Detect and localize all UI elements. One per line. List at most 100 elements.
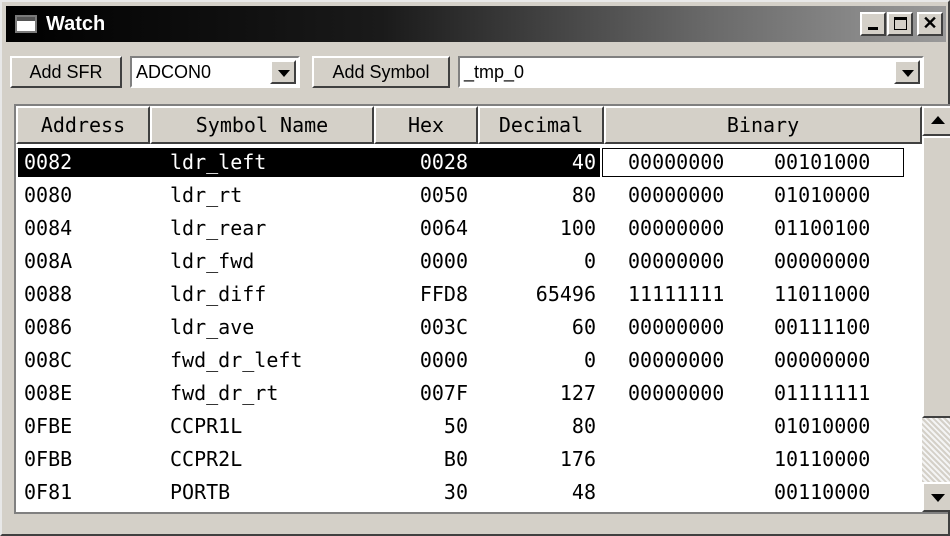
table-row[interactable]: 0084 ldr_rear 0064 100 00000000 01100100 (16, 212, 922, 245)
cell-hex[interactable]: FFD8 (378, 278, 468, 311)
cell-address[interactable]: 008E (24, 377, 144, 410)
cell-binary-high[interactable]: 11111111 (628, 278, 756, 311)
table-row[interactable]: 0086 ldr_ave 003C 60 00000000 00111100 (16, 311, 922, 344)
cell-symbol-name[interactable]: ldr_rt (170, 179, 370, 212)
cell-symbol-name[interactable]: fwd_dr_rt (170, 377, 370, 410)
table-row[interactable]: 0082 ldr_left 0028 40 00000000 00101000 (16, 146, 922, 179)
column-header-decimal[interactable]: Decimal (478, 106, 604, 144)
cell-symbol-name[interactable]: CCPR1L (170, 410, 370, 443)
cell-decimal[interactable]: 0 (482, 245, 596, 278)
cell-symbol-name[interactable]: ldr_fwd (170, 245, 370, 278)
table-row[interactable]: 0088 ldr_diff FFD8 65496 11111111 11011000 (16, 278, 922, 311)
watch-window: Watch ✕ Add SFR ADCON0 Add Symbol _tmp_0… (0, 0, 950, 536)
vertical-scrollbar[interactable] (922, 106, 950, 512)
cell-hex[interactable]: 0000 (378, 344, 468, 377)
cell-binary-high[interactable]: 00000000 (628, 344, 756, 377)
cell-binary-low[interactable]: 11011000 (774, 278, 902, 311)
cell-address[interactable]: 0082 (24, 146, 144, 179)
cell-address[interactable]: 008A (24, 245, 144, 278)
cell-hex[interactable]: 0028 (378, 146, 468, 179)
window-icon[interactable] (15, 15, 37, 33)
cell-decimal[interactable]: 80 (482, 179, 596, 212)
cell-binary-high[interactable]: 00000000 (628, 212, 756, 245)
cell-binary-high[interactable] (628, 476, 756, 509)
cell-hex[interactable]: 0000 (378, 245, 468, 278)
cell-hex[interactable]: 0050 (378, 179, 468, 212)
add-symbol-button[interactable]: Add Symbol (312, 56, 450, 88)
cell-binary-high[interactable]: 00000000 (628, 146, 756, 179)
cell-symbol-name[interactable]: ldr_rear (170, 212, 370, 245)
cell-address[interactable]: 008C (24, 344, 144, 377)
cell-binary-high[interactable] (628, 443, 756, 476)
table-row[interactable]: 008C fwd_dr_left 0000 0 00000000 00000000 (16, 344, 922, 377)
close-button[interactable]: ✕ (917, 12, 943, 36)
toolbar: Add SFR ADCON0 Add Symbol _tmp_0 (6, 52, 946, 94)
cell-decimal[interactable]: 65496 (482, 278, 596, 311)
scroll-down-button[interactable] (922, 482, 950, 512)
table-row[interactable]: 008E fwd_dr_rt 007F 127 00000000 01111111 (16, 377, 922, 410)
cell-binary-low[interactable]: 00111100 (774, 311, 902, 344)
sfr-select[interactable]: ADCON0 (130, 56, 300, 88)
column-header-symbol-name[interactable]: Symbol Name (150, 106, 374, 144)
cell-binary-high[interactable]: 00000000 (628, 245, 756, 278)
title-bar[interactable]: Watch ✕ (6, 6, 946, 42)
cell-address[interactable]: 0084 (24, 212, 144, 245)
table-row[interactable]: 0F81 PORTB 30 48 00110000 (16, 476, 922, 509)
cell-binary-low[interactable]: 10110000 (774, 443, 902, 476)
cell-symbol-name[interactable]: CCPR2L (170, 443, 370, 476)
column-header-hex[interactable]: Hex (374, 106, 478, 144)
cell-hex[interactable]: 50 (378, 410, 468, 443)
table-row[interactable]: 0080 ldr_rt 0050 80 00000000 01010000 (16, 179, 922, 212)
cell-binary-low[interactable]: 00000000 (774, 245, 902, 278)
table-row[interactable]: 0FBE CCPR1L 50 80 01010000 (16, 410, 922, 443)
scroll-up-button[interactable] (922, 106, 950, 136)
chevron-down-icon[interactable] (894, 60, 920, 84)
cell-address[interactable]: 0FBB (24, 443, 144, 476)
cell-decimal[interactable]: 40 (482, 146, 596, 179)
cell-decimal[interactable]: 100 (482, 212, 596, 245)
minimize-button[interactable] (860, 12, 886, 36)
cell-binary-low[interactable]: 00000000 (774, 344, 902, 377)
cell-binary-low[interactable]: 01010000 (774, 179, 902, 212)
table-row[interactable]: 0FBB CCPR2L B0 176 10110000 (16, 443, 922, 476)
maximize-button[interactable] (887, 12, 913, 36)
cell-decimal[interactable]: 176 (482, 443, 596, 476)
symbol-select[interactable]: _tmp_0 (458, 56, 924, 88)
cell-binary-high[interactable] (628, 410, 756, 443)
cell-decimal[interactable]: 127 (482, 377, 596, 410)
cell-binary-low[interactable]: 01111111 (774, 377, 902, 410)
cell-binary-high[interactable]: 00000000 (628, 377, 756, 410)
column-header-binary[interactable]: Binary (604, 106, 922, 144)
cell-hex[interactable]: 007F (378, 377, 468, 410)
cell-symbol-name[interactable]: PORTB (170, 476, 370, 509)
table-row[interactable]: 008A ldr_fwd 0000 0 00000000 00000000 (16, 245, 922, 278)
cell-decimal[interactable]: 80 (482, 410, 596, 443)
cell-address[interactable]: 0086 (24, 311, 144, 344)
cell-binary-low[interactable]: 01100100 (774, 212, 902, 245)
scroll-track[interactable] (922, 418, 950, 482)
cell-binary-high[interactable]: 00000000 (628, 311, 756, 344)
cell-decimal[interactable]: 48 (482, 476, 596, 509)
column-header-address[interactable]: Address (16, 106, 150, 144)
chevron-down-icon[interactable] (270, 60, 296, 84)
cell-binary-low[interactable]: 00101000 (774, 146, 902, 179)
cell-symbol-name[interactable]: fwd_dr_left (170, 344, 370, 377)
cell-address[interactable]: 0F81 (24, 476, 144, 509)
add-sfr-button[interactable]: Add SFR (10, 56, 122, 88)
scroll-thumb[interactable] (922, 136, 950, 418)
cell-hex[interactable]: 003C (378, 311, 468, 344)
cell-symbol-name[interactable]: ldr_ave (170, 311, 370, 344)
cell-binary-low[interactable]: 00110000 (774, 476, 902, 509)
cell-address[interactable]: 0080 (24, 179, 144, 212)
cell-hex[interactable]: 0064 (378, 212, 468, 245)
cell-decimal[interactable]: 0 (482, 344, 596, 377)
cell-binary-low[interactable]: 01010000 (774, 410, 902, 443)
cell-hex[interactable]: 30 (378, 476, 468, 509)
cell-address[interactable]: 0088 (24, 278, 144, 311)
cell-hex[interactable]: B0 (378, 443, 468, 476)
cell-binary-high[interactable]: 00000000 (628, 179, 756, 212)
cell-address[interactable]: 0FBE (24, 410, 144, 443)
cell-decimal[interactable]: 60 (482, 311, 596, 344)
cell-symbol-name[interactable]: ldr_left (170, 146, 370, 179)
cell-symbol-name[interactable]: ldr_diff (170, 278, 370, 311)
